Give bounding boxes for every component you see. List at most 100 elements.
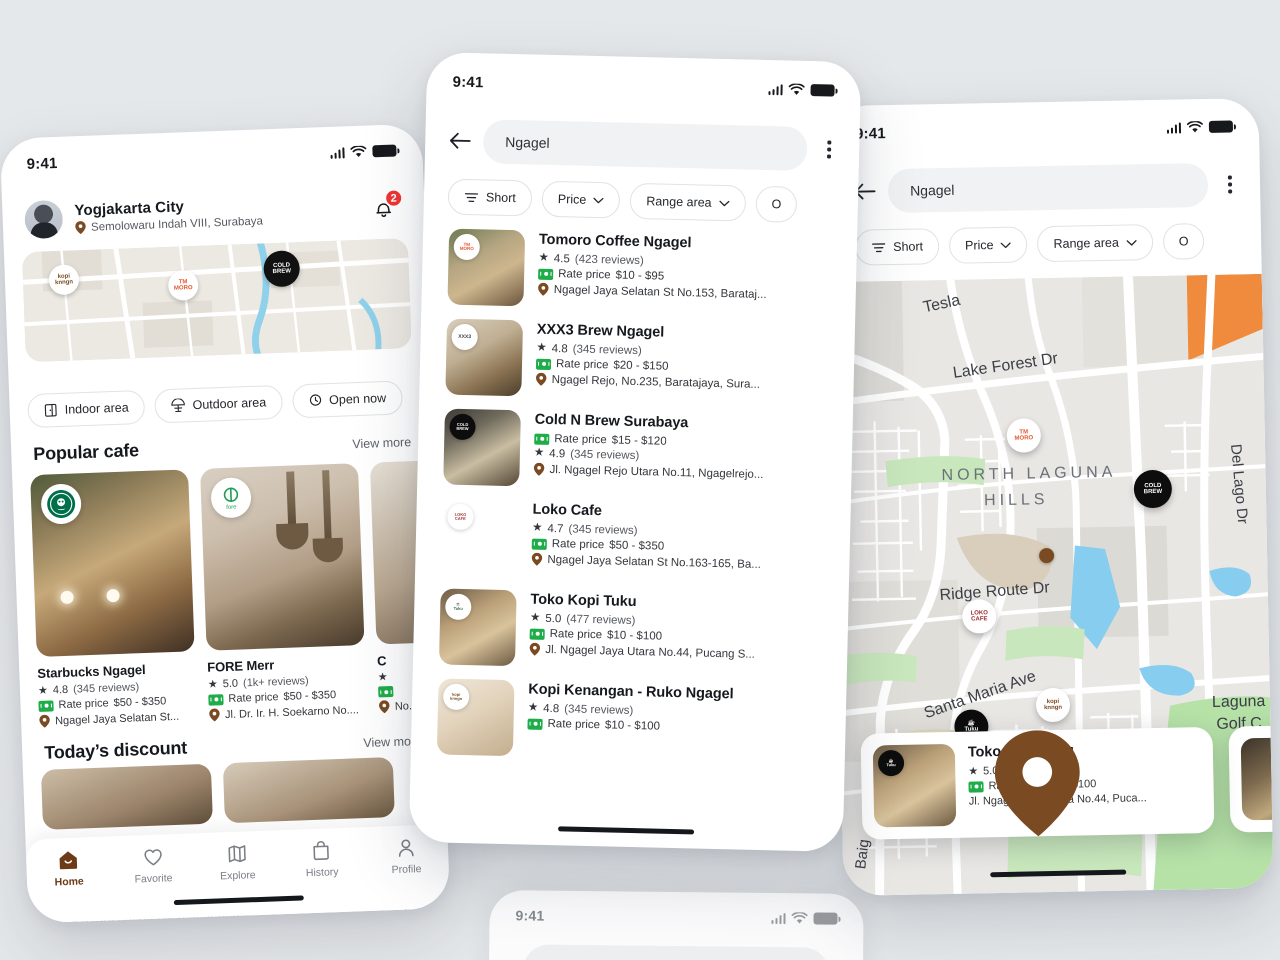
- clock-icon: [309, 394, 321, 406]
- star-icon: ★: [527, 702, 539, 715]
- result-info: Tomoro Coffee Ngagel ★ 4.5 (423 reviews)…: [537, 231, 857, 314]
- chip-label: O: [771, 197, 782, 212]
- filter-chip-overflow[interactable]: O: [755, 185, 798, 223]
- filter-chip-range-area[interactable]: Range area: [629, 182, 747, 222]
- chip-label: Price: [557, 192, 587, 207]
- result-item[interactable]: TM MORO Tomoro Coffee Ngagel ★ 4.5 (423 r…: [447, 228, 857, 315]
- chip-label: Range area: [1053, 235, 1119, 251]
- place-photo: [1240, 736, 1274, 821]
- filter-chip-overflow[interactable]: O: [1162, 223, 1205, 260]
- star-icon: ★: [377, 672, 388, 684]
- sort-icon: [464, 192, 479, 202]
- nav-item-history[interactable]: History: [287, 838, 356, 879]
- reviews-count: (477 reviews): [566, 613, 636, 628]
- search-input[interactable]: Ngagel: [482, 119, 808, 171]
- location-pin-icon: [994, 730, 1080, 837]
- notification-button[interactable]: 2: [370, 188, 404, 223]
- more-options-icon[interactable]: [1220, 175, 1240, 194]
- price-value: $20 - $150: [613, 359, 669, 373]
- money-icon: [38, 699, 54, 712]
- map-icon: [228, 845, 246, 863]
- more-options-icon[interactable]: [819, 140, 839, 159]
- location-pin-icon: [538, 282, 549, 296]
- map-canvas[interactable]: Tesla Lake Forest Dr Del Lago Dr NORTH L…: [831, 273, 1274, 897]
- filter-chips: Short Price Range area O: [831, 206, 1262, 266]
- back-arrow-icon[interactable]: [449, 132, 471, 151]
- discount-card[interactable]: [40, 763, 213, 830]
- price-value: $10 - $95: [615, 269, 665, 283]
- filter-chip-price[interactable]: Price: [948, 226, 1028, 264]
- map-place-card-next[interactable]: [1228, 719, 1274, 833]
- cafe-card[interactable]: Starbucks Ngagel ★ 4.8 (345 reviews) Rat…: [30, 469, 197, 731]
- fore-logo: fore: [210, 477, 252, 519]
- money-icon: [531, 538, 547, 550]
- home-indicator: [558, 826, 695, 835]
- map-place-card[interactable]: ☕Tuku Toko Kopi Tuku ★ 5.0 (477 reviews)…: [860, 726, 1215, 840]
- result-name: Loko Cafe: [532, 501, 602, 520]
- notification-badge: 2: [383, 188, 404, 208]
- starbucks-logo-icon: [47, 489, 76, 518]
- reviews-count: (345 reviews): [568, 523, 638, 538]
- heart-icon: [144, 849, 162, 866]
- result-photo: COLD BREW: [443, 408, 521, 487]
- chip-indoor-area[interactable]: Indoor area: [27, 389, 146, 429]
- result-item[interactable]: ☕ Tuku Toko Kopi Tuku ★ 5.0 (477 reviews)…: [438, 588, 849, 674]
- result-item[interactable]: COLD BREW Cold N Brew Surabaya Rate price…: [443, 408, 853, 495]
- nav-label: History: [305, 866, 339, 880]
- filter-chip-short[interactable]: Short: [854, 228, 940, 266]
- chip-open-now[interactable]: Open now: [291, 380, 403, 419]
- reviews-count: (1k+ reviews): [242, 675, 309, 690]
- result-item[interactable]: kopi knngn Kopi Kenangan - Ruko Ngagel ★ …: [436, 678, 847, 764]
- chip-label: Indoor area: [64, 400, 129, 417]
- location-pin-icon: [39, 714, 50, 728]
- filter-chip-price[interactable]: Price: [541, 180, 621, 219]
- chip-label: Outdoor area: [192, 395, 267, 413]
- star-icon: ★: [538, 252, 549, 265]
- discount-card[interactable]: [222, 757, 395, 824]
- location-pin-icon: [209, 708, 220, 722]
- result-name: Kopi Kenangan - Ruko Ngagel: [528, 681, 734, 703]
- price-label: Rate price: [58, 697, 109, 712]
- cafe-name: FORE Merr: [206, 657, 275, 675]
- filter-chips: Short Price Range area O: [424, 162, 859, 224]
- result-item[interactable]: LOKO CAFE Loko Cafe ★ 4.7 (345 reviews) R…: [441, 498, 851, 584]
- star-icon: ★: [532, 522, 543, 535]
- home-mini-map[interactable]: kopi knngn TM MORO COLD BREW: [21, 238, 412, 363]
- section-title: Today’s discount: [43, 737, 188, 763]
- price-value: $50 - $350: [113, 695, 167, 710]
- discount-photo: [40, 763, 213, 830]
- price-label: Rate price: [547, 718, 601, 732]
- money-icon: [529, 628, 545, 640]
- coldnbrew-logo: COLD BREW: [449, 413, 476, 441]
- chip-outdoor-area[interactable]: Outdoor area: [153, 384, 283, 424]
- filter-chip-range-area[interactable]: Range area: [1037, 224, 1154, 263]
- nav-item-home[interactable]: Home: [34, 848, 103, 889]
- chip-label: Range area: [646, 194, 712, 210]
- signal-icon: [330, 146, 345, 159]
- result-info: Loko Cafe ★ 4.7 (345 reviews) Rate price…: [531, 501, 851, 584]
- result-photo: TM MORO: [447, 228, 526, 307]
- search-placeholder-bar[interactable]: [522, 944, 830, 960]
- location-pin-icon: [533, 462, 545, 476]
- chevron-down-icon: [593, 197, 604, 203]
- location-pin-icon: [536, 372, 547, 386]
- price-label: Rate price: [555, 358, 609, 372]
- phone-home-screen: 9:41 Yogjakarta City Semolowaru Indah VI…: [0, 123, 451, 924]
- nav-item-favorite[interactable]: Favorite: [118, 845, 187, 886]
- map-label: NORTH LAGUNA: [941, 464, 1116, 484]
- result-name: Cold N Brew Surabaya: [534, 411, 689, 432]
- view-more-link[interactable]: View more: [352, 435, 411, 451]
- cafe-card[interactable]: fore FORE Merr ★ 5.0 (1k+ reviews) Rate …: [199, 463, 367, 725]
- nav-item-explore[interactable]: Explore: [203, 842, 272, 883]
- search-input[interactable]: Ngagel: [887, 162, 1209, 214]
- chevron-down-icon: [719, 200, 730, 206]
- star-icon: ★: [536, 342, 547, 355]
- avatar[interactable]: [24, 199, 64, 240]
- star-icon: ★: [37, 685, 49, 697]
- result-item[interactable]: XXX3 XXX3 Brew Ngagel ★ 4.8 (345 reviews…: [445, 318, 855, 405]
- price-label: Rate price: [551, 538, 605, 552]
- result-photo: XXX3: [445, 318, 524, 397]
- filter-chip-short[interactable]: Short: [447, 178, 533, 217]
- money-icon: [538, 268, 554, 280]
- reviews-count: (345 reviews): [572, 343, 642, 358]
